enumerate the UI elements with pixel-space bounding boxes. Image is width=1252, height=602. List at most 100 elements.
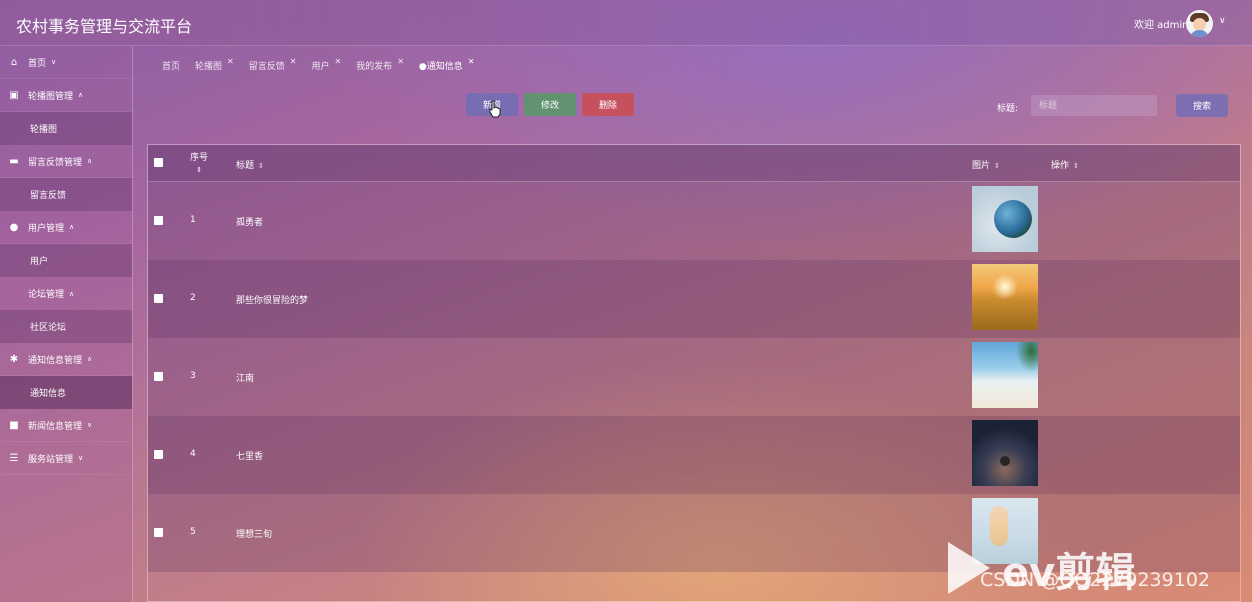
tab-my-posts[interactable]: 我的发布 ✕ [356,57,404,72]
sidebar-item-label: 论坛管理 [28,290,65,300]
tab-user[interactable]: 用户 ✕ [311,57,341,72]
table-row[interactable]: 2 那些你很冒险的梦 [148,260,1240,338]
chevron-up-icon: ∧ [78,91,84,99]
sidebar-subitem-notice[interactable]: 通知信息 [0,376,132,409]
tab-feedback[interactable]: 留言反馈 ✕ [248,57,297,72]
table-header: 序号 ⇕ 标题 ⇕ 图片 ⇕ 操作 ⇕ [148,145,1240,182]
row-checkbox[interactable] [154,216,163,225]
row-thumbnail[interactable] [972,264,1038,330]
row-index: 5 [190,527,196,537]
tab-label: 首页 [162,62,181,72]
table-row[interactable]: 4 七里香 [148,416,1240,494]
tab-carousel[interactable]: 轮播图 ✕ [195,57,234,72]
row-title: 理想三旬 [236,530,273,540]
tab-home[interactable]: 首页 [162,59,180,72]
sidebar-item-label: 用户管理 [28,223,65,234]
chevron-up-icon: ∧ [87,355,93,363]
tab-label: 轮播图 [195,62,223,72]
row-checkbox[interactable] [154,372,163,381]
sidebar-menu: ⌂ 首页 ∨ ▣ 轮播图管理 ∧ 轮播图 ▬ 留言反馈管理 ∧ 留言反馈 ● 用… [0,46,132,475]
sort-icon: ⇕ [196,166,202,174]
sidebar-item-carousel-manage[interactable]: ▣ 轮播图管理 ∧ [0,79,132,112]
sidebar-item-label: 轮播图管理 [28,91,74,102]
sidebar-item-label: 服务站管理 [28,454,74,465]
tab-label: 留言反馈 [248,62,285,72]
sort-icon: ⇕ [1073,162,1079,170]
close-icon[interactable]: ✕ [397,57,404,66]
feedback-icon: ▬ [9,155,19,167]
sidebar-item-notice-manage[interactable]: ✱ 通知信息管理 ∧ [0,343,132,376]
row-checkbox[interactable] [154,450,163,459]
notice-icon: ✱ [9,353,19,365]
sidebar-item-forum-manage[interactable]: 论坛管理 ∧ [0,277,132,310]
sidebar-subitem-forum[interactable]: 社区论坛 [0,310,132,343]
hand-cursor-icon [489,100,501,118]
user-icon: ● [9,221,19,233]
sidebar-subitem-user[interactable]: 用户 [0,244,132,277]
close-icon[interactable]: ✕ [290,57,297,66]
sidebar-item-label: 首页 [28,58,47,69]
row-checkbox[interactable] [154,528,163,537]
chevron-down-icon[interactable]: ∨ [1219,16,1226,26]
col-index-label: 序号 [190,153,209,163]
search-button[interactable]: 搜索 [1176,94,1228,117]
search-input[interactable] [1031,95,1157,116]
row-title: 那些你很冒险的梦 [236,296,309,306]
row-checkbox[interactable] [154,294,163,303]
col-actions[interactable]: 操作 ⇕ [1051,158,1079,171]
sort-icon: ⇕ [994,162,1000,170]
row-title: 七里香 [236,452,264,462]
avatar[interactable] [1186,10,1213,37]
app-title: 农村事务管理与交流平台 [16,17,193,36]
select-all-checkbox[interactable] [154,158,163,167]
sidebar-item-home[interactable]: ⌂ 首页 ∨ [0,46,132,79]
news-icon: ■ [9,419,19,431]
watermark-csdn: CSDN @QQ2279239102 [980,569,1211,591]
table-row[interactable]: 3 江南 [148,338,1240,416]
chevron-down-icon: ∨ [51,58,57,66]
sidebar-item-label: 留言反馈管理 [28,157,83,168]
col-title-label: 标题 [236,161,255,171]
video-watermark: ev剪辑 CSDN @QQ2279239102 [946,540,1252,602]
avatar-body [1190,30,1209,37]
tab-label: 用户 [311,62,330,72]
carousel-icon: ▣ [9,89,19,101]
search-label: 标题: [997,104,1019,114]
sidebar-item-station-manage[interactable]: ☰ 服务站管理 ∨ [0,442,132,475]
table-row[interactable]: 1 孤勇者 [148,182,1240,260]
chevron-up-icon: ∧ [87,157,93,165]
app-header: 农村事务管理与交流平台 欢迎 admin ∨ [0,0,1252,46]
col-actions-label: 操作 [1051,161,1070,171]
chevron-up-icon: ∧ [69,223,75,231]
row-thumbnail[interactable] [972,342,1038,408]
row-thumbnail[interactable] [972,420,1038,486]
row-thumbnail[interactable] [972,186,1038,252]
row-index: 1 [190,215,196,225]
col-index[interactable]: 序号 ⇕ [190,150,208,174]
close-icon[interactable]: ✕ [227,57,234,66]
sidebar-item-news-manage[interactable]: ■ 新闻信息管理 ∨ [0,409,132,442]
col-image-label: 图片 [972,161,991,171]
tab-label: 我的发布 [356,62,393,72]
chevron-up-icon: ∧ [69,289,75,298]
sidebar-item-feedback-manage[interactable]: ▬ 留言反馈管理 ∧ [0,145,132,178]
row-index: 4 [190,449,196,459]
close-icon[interactable]: ✕ [468,57,475,66]
tab-label: ●通知信息 [418,62,463,72]
sidebar: ⌂ 首页 ∨ ▣ 轮播图管理 ∧ 轮播图 ▬ 留言反馈管理 ∧ 留言反馈 ● 用… [0,46,133,602]
col-title[interactable]: 标题 ⇕ [236,158,264,171]
col-image[interactable]: 图片 ⇕ [972,158,1000,171]
edit-button[interactable]: 修改 [524,93,576,116]
welcome-text: 欢迎 admin [1134,20,1189,31]
tab-notice[interactable]: ●通知信息 ✕ [418,57,475,72]
chevron-down-icon: ∨ [78,454,84,462]
home-icon: ⌂ [10,56,18,68]
delete-button[interactable]: 删除 [582,93,634,116]
sidebar-subitem-carousel[interactable]: 轮播图 [0,112,132,145]
sidebar-item-label: 新闻信息管理 [28,421,83,432]
sidebar-subitem-feedback[interactable]: 留言反馈 [0,178,132,211]
close-icon[interactable]: ✕ [334,57,341,66]
sort-icon: ⇕ [258,162,264,170]
sidebar-item-user-manage[interactable]: ● 用户管理 ∧ [0,211,132,244]
notice-table: 序号 ⇕ 标题 ⇕ 图片 ⇕ 操作 ⇕ 1 孤勇者 2 那些你很冒险的梦 3 江南 4… [147,144,1241,602]
